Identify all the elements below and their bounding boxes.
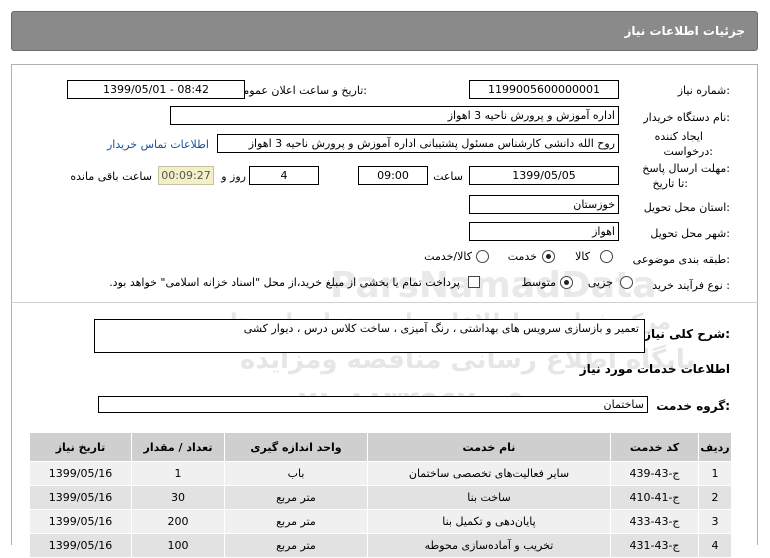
deadline-date-field: 1399/05/05 [469, 166, 619, 185]
col-header-service-name: نام خدمت [367, 432, 611, 462]
creator-label-2: درخواست: [663, 145, 714, 158]
cell-service-name: سایر فعالیت‌های تخصصی ساختمان [367, 461, 611, 486]
cell-need-date: 1399/05/16 [29, 485, 132, 510]
cell-unit: متر مربع [224, 509, 368, 534]
cell-service-code: ج-41-410 [610, 485, 699, 510]
contact-buyer-link[interactable]: اطلاعات تماس خریدار [107, 138, 209, 151]
deadline-label-2: تا تاریخ: [652, 177, 688, 190]
cell-row-number: 1 [698, 461, 732, 486]
cell-row-number: 2 [698, 485, 732, 510]
service-group-label: گروه خدمت: [656, 399, 730, 413]
cell-service-code: ج-43-433 [610, 509, 699, 534]
category-option-both: کالا/خدمت [424, 250, 472, 263]
page-title: جزئیات اطلاعات نیاز [624, 24, 745, 38]
cell-service-name: پایان‌دهی و تکمیل بنا [367, 509, 611, 534]
cell-service-code: ج-43-439 [610, 461, 699, 486]
creator-label-1: ایجاد کننده [654, 130, 703, 143]
cell-service-name: تخریب و آماده‌سازی محوطه [367, 533, 611, 558]
col-header-row-number: ردیف [698, 432, 732, 462]
service-group-field: ساختمان [98, 396, 648, 413]
description-label: شرح کلی نیاز: [644, 327, 730, 341]
process-option-minor: جزیی [587, 276, 613, 289]
cell-unit: متر مربع [224, 485, 368, 510]
process-option-medium: متوسط [521, 276, 556, 289]
city-field: اهواز [469, 222, 619, 241]
category-radio-both[interactable] [476, 250, 489, 263]
category-radio-service[interactable] [542, 250, 555, 263]
remaining-time-label: ساعت باقی مانده [70, 170, 152, 183]
category-radio-goods[interactable] [600, 250, 613, 263]
cell-service-code: ج-43-431 [610, 533, 699, 558]
process-label: نوع فرآیند خرید : [652, 279, 730, 292]
announce-field: 1399/05/01 - 08:42 [67, 80, 245, 99]
payment-note: پرداخت تمام یا بخشی از مبلغ خرید،از محل … [109, 276, 460, 289]
table-row: 4 ج-43-431 تخریب و آماده‌سازی محوطه متر … [29, 533, 732, 558]
col-header-service-code: کد خدمت [610, 432, 699, 462]
time-label: ساعت [433, 170, 463, 183]
category-option-service: خدمت [507, 250, 537, 263]
cell-quantity: 30 [131, 485, 225, 510]
deadline-label-1: مهلت ارسال پاسخ: [642, 162, 730, 175]
cell-quantity: 1 [131, 461, 225, 486]
cell-quantity: 200 [131, 509, 225, 534]
description-field: تعمیر و بازسازی سرویس های بهداشتی ، رنگ … [94, 319, 645, 353]
page-header: جزئیات اطلاعات نیاز [11, 11, 758, 51]
category-label: طبقه بندی موضوعی: [632, 253, 730, 266]
days-label: روز و [221, 170, 246, 183]
need-number-field: 1199005600000001 [469, 80, 619, 99]
cell-unit: متر مربع [224, 533, 368, 558]
need-number-label: شماره نیاز: [677, 84, 730, 97]
table-row: 1 ج-43-439 سایر فعالیت‌های تخصصی ساختمان… [29, 461, 732, 486]
cell-need-date: 1399/05/16 [29, 461, 132, 486]
services-table: ردیف کد خدمت نام خدمت واحد اندازه گیری ت… [29, 432, 732, 558]
divider [11, 302, 758, 303]
cell-quantity: 100 [131, 533, 225, 558]
cell-need-date: 1399/05/16 [29, 509, 132, 534]
cell-row-number: 4 [698, 533, 732, 558]
cell-need-date: 1399/05/16 [29, 533, 132, 558]
services-heading: اطلاعات خدمات مورد نیاز [579, 362, 730, 376]
table-row: 2 ج-41-410 ساخت بنا متر مربع 30 1399/05/… [29, 485, 732, 510]
province-field: خوزستان [469, 195, 619, 214]
col-header-need-date: تاریخ نیاز [29, 432, 132, 462]
cell-unit: باب [224, 461, 368, 486]
province-label: استان محل تحویل: [643, 201, 730, 214]
buyer-field: اداره آموزش و پرورش ناحیه 3 اهواز [170, 106, 619, 125]
process-radio-minor[interactable] [620, 276, 633, 289]
days-field: 4 [249, 166, 319, 185]
deadline-time-field: 09:00 [358, 166, 428, 185]
announce-label: تاریخ و ساعت اعلان عمومی: [234, 84, 367, 97]
buyer-label: نام دستگاه خریدار: [643, 111, 730, 124]
process-radio-medium[interactable] [560, 276, 573, 289]
treasury-checkbox[interactable] [468, 276, 480, 288]
table-header-row: ردیف کد خدمت نام خدمت واحد اندازه گیری ت… [29, 432, 732, 462]
category-option-goods: کالا [575, 250, 590, 263]
col-header-unit: واحد اندازه گیری [224, 432, 368, 462]
remaining-time-timer: 00:09:27 [158, 166, 214, 185]
cell-service-name: ساخت بنا [367, 485, 611, 510]
cell-row-number: 3 [698, 509, 732, 534]
creator-field: روح الله دانشی کارشناس مسئول پشتیبانی اد… [217, 134, 619, 153]
table-row: 3 ج-43-433 پایان‌دهی و تکمیل بنا متر مرب… [29, 509, 732, 534]
city-label: شهر محل تحویل: [650, 227, 730, 240]
col-header-quantity: تعداد / مقدار [131, 432, 225, 462]
